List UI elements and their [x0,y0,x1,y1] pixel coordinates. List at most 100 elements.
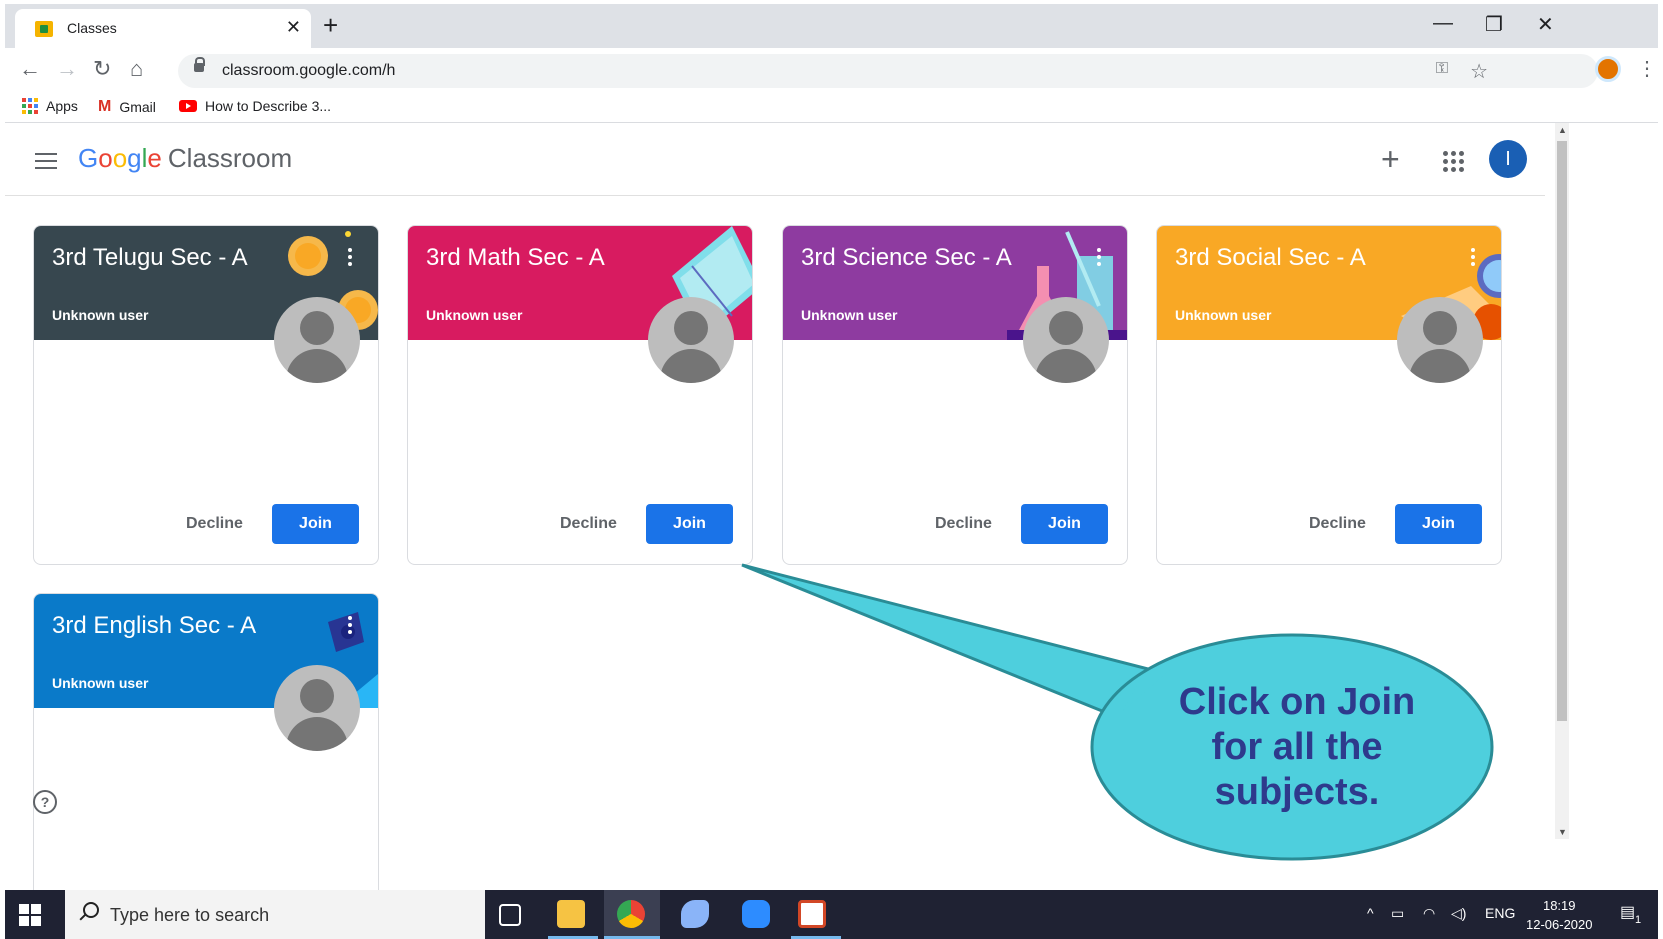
clock-date: 12-06-2020 [1526,917,1593,932]
address-bar[interactable]: classroom.google.com/h ⚿ ☆ [178,54,1598,88]
volume-icon[interactable]: ◁) [1451,905,1466,922]
teacher-name: Unknown user [52,675,149,691]
scroll-down-icon[interactable]: ▼ [1558,827,1567,837]
bookmark-label: How to Describe 3... [205,98,332,114]
classroom-header: Google Classroom + I [5,123,1545,196]
clock-time: 18:19 [1542,898,1576,913]
decline-button[interactable]: Decline [186,515,243,533]
gmail-icon: M [98,98,112,115]
restore-icon[interactable]: ❐ [1485,12,1503,37]
teacher-avatar [648,297,734,383]
class-card-english[interactable]: 3rd English Sec - A Unknown user [33,593,379,935]
class-card-social[interactable]: 3rd Social Sec - A Unknown user Decline … [1156,225,1502,565]
main-menu-icon[interactable] [35,153,57,174]
paint-icon[interactable] [681,900,709,928]
tab-title: Classes [67,20,117,36]
account-avatar[interactable]: I [1489,140,1527,178]
decline-button[interactable]: Decline [1309,515,1366,533]
bookmark-star-icon[interactable]: ☆ [1470,59,1488,84]
more-options-icon[interactable] [1471,248,1475,269]
bookmarks-bar: Apps M Gmail How to Describe 3... [5,92,1658,123]
page-scrollbar[interactable]: ▲ ▼ [1555,123,1569,839]
callout-line: for all the [1211,726,1383,768]
language-indicator[interactable]: ENG [1485,905,1515,921]
new-tab-button[interactable]: + [323,10,338,41]
teacher-avatar [274,665,360,751]
wifi-icon[interactable]: ◠ [1423,905,1435,922]
reload-icon[interactable]: ↻ [93,56,111,82]
class-title[interactable]: 3rd Math Sec - A [426,244,605,272]
class-card-math[interactable]: 3rd Math Sec - A Unknown user Decline Jo… [407,225,753,565]
key-icon[interactable]: ⚿ [1436,60,1448,78]
teacher-name: Unknown user [426,307,523,323]
file-explorer-icon[interactable] [557,900,585,928]
card-actions: Decline Join [34,504,378,544]
teacher-avatar [1397,297,1483,383]
search-placeholder: Type here to search [110,905,270,925]
teacher-avatar [1023,297,1109,383]
teacher-name: Unknown user [52,307,149,323]
join-button[interactable]: Join [1395,504,1482,544]
join-button[interactable]: Join [1021,504,1108,544]
home-icon[interactable]: ⌂ [130,56,143,82]
callout-text: Click on Join for all the subjects. [1092,680,1502,815]
more-options-icon[interactable] [348,616,352,637]
classroom-favicon-icon [35,21,53,37]
browser-menu-icon[interactable]: ⋮ [1637,56,1657,81]
class-card-science[interactable]: 3rd Science Sec - A Unknown user Decline… [782,225,1128,565]
profile-avatar-icon[interactable] [1595,56,1621,82]
decline-button[interactable]: Decline [935,515,992,533]
decline-button[interactable]: Decline [560,515,617,533]
lock-icon [194,57,205,72]
callout-line: subjects. [1214,771,1380,813]
help-icon[interactable]: ? [33,790,57,814]
bookmark-gmail[interactable]: M Gmail [98,98,156,116]
product-name: Classroom [167,143,293,173]
more-options-icon[interactable] [348,248,352,269]
google-apps-icon[interactable] [1443,151,1464,172]
scrollbar-thumb[interactable] [1557,141,1567,721]
google-classroom-logo[interactable]: Google Classroom [78,143,292,174]
join-button[interactable]: Join [646,504,733,544]
bookmark-label: Apps [46,98,78,114]
browser-toolbar: ← → ↻ ⌂ classroom.google.com/h ⚿ ☆ ⋮ [5,48,1658,92]
search-icon [83,902,99,918]
class-title[interactable]: 3rd English Sec - A [52,612,256,640]
bookmark-apps[interactable]: Apps [22,98,78,114]
scroll-up-icon[interactable]: ▲ [1558,125,1567,135]
tab-strip: Classes ✕ + — ❐ ✕ [5,4,1658,48]
callout-line: Click on Join [1178,681,1416,723]
tray-chevron-icon[interactable]: ^ [1367,905,1374,921]
bookmark-label: Gmail [119,99,156,115]
notification-icon[interactable]: ▤ [1620,902,1635,922]
class-title[interactable]: 3rd Telugu Sec - A [52,244,248,272]
window-close-icon[interactable]: ✕ [1537,12,1554,37]
task-view-icon[interactable] [499,904,521,926]
taskbar-search[interactable]: Type here to search [65,890,485,939]
minimize-icon[interactable]: — [1433,12,1453,35]
more-options-icon[interactable] [1097,248,1101,269]
add-class-icon[interactable]: + [1381,141,1400,178]
windows-taskbar: Type here to search ^ ▭ ◠ ◁) ENG 18:19 1… [5,890,1658,939]
teacher-avatar [274,297,360,383]
class-title[interactable]: 3rd Social Sec - A [1175,244,1366,272]
zoom-icon[interactable] [742,900,770,928]
back-icon[interactable]: ← [19,56,41,82]
tab-close-icon[interactable]: ✕ [286,17,301,38]
windows-start-icon[interactable] [19,904,41,926]
notification-count: 1 [1635,914,1642,926]
youtube-icon [179,100,197,112]
powerpoint-icon[interactable] [798,900,826,928]
card-actions: Decline Join [783,504,1127,544]
teacher-name: Unknown user [801,307,898,323]
chrome-icon[interactable] [617,900,645,928]
class-card-telugu[interactable]: 3rd Telugu Sec - A Unknown user Decline … [33,225,379,565]
join-button[interactable]: Join [272,504,359,544]
browser-tab-classes[interactable]: Classes ✕ [15,9,311,48]
forward-icon[interactable]: → [56,56,78,82]
bookmark-youtube-video[interactable]: How to Describe 3... [179,98,331,114]
battery-icon[interactable]: ▭ [1391,905,1404,922]
url-text[interactable]: classroom.google.com/h [222,62,395,80]
class-title[interactable]: 3rd Science Sec - A [801,244,1012,272]
taskbar-clock[interactable]: 18:19 12-06-2020 [1526,896,1593,934]
